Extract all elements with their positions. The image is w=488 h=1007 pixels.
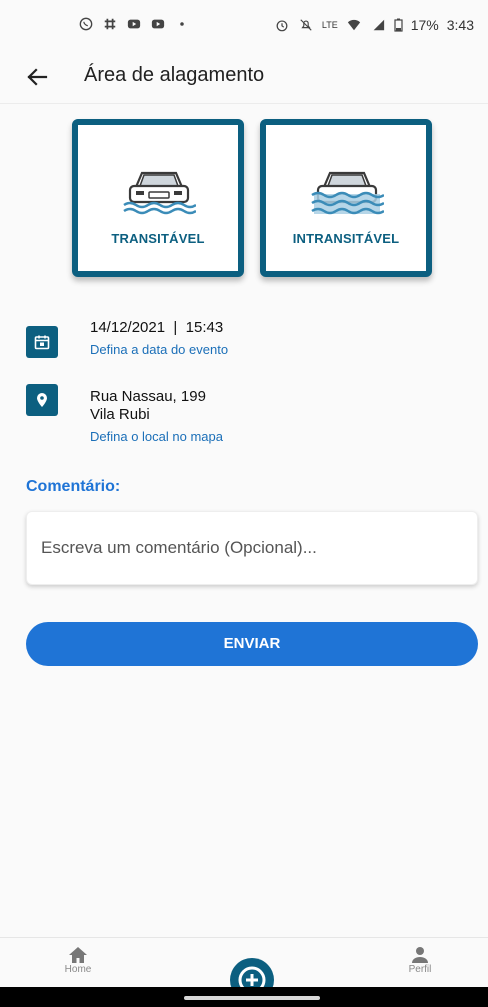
signal-icon [373,19,384,31]
send-button[interactable]: ENVIAR [26,622,478,666]
event-datetime[interactable]: 14/12/2021 | 15:43 [90,319,223,337]
lte-indicator: LTE [321,20,338,30]
home-icon [69,947,87,963]
datetime-separator: | [173,319,178,336]
car-flooded-icon [311,171,384,215]
slack-icon [104,18,116,30]
whatsapp-icon [79,17,93,31]
car-water-icon [123,171,196,215]
calendar-icon [34,335,50,350]
event-time: 15:43 [185,319,224,336]
dot-icon [180,22,184,26]
mute-icon [300,19,312,31]
set-date-link[interactable]: Defina a data do evento [90,342,228,357]
date-picker-button[interactable] [26,326,58,358]
event-date: 14/12/2021 [90,319,166,336]
system-nav-bar [0,987,488,1007]
comment-input[interactable] [41,538,461,558]
battery-icon [394,18,403,32]
transitable-option[interactable]: TRANSITÁVEL [72,119,244,277]
back-arrow-icon[interactable] [22,62,52,92]
nav-profile-label: Perfil [408,964,432,975]
location-district[interactable]: Vila Rubi [90,406,150,424]
intransitable-option[interactable]: INTRANSITÁVEL [260,119,432,277]
intransitable-label: INTRANSITÁVEL [292,231,400,246]
nav-home-label: Home [64,964,92,975]
location-picker-button[interactable] [26,384,58,416]
alarm-icon [276,20,288,32]
location-street[interactable]: Rua Nassau, 199 [90,388,206,406]
clock: 3:43 [446,17,474,33]
app-bar: Área de alagamento [0,50,488,104]
map-pin-icon [37,393,47,407]
person-icon [412,947,428,963]
comment-label: Comentário: [26,478,121,495]
set-location-link[interactable]: Defina o local no mapa [90,429,223,444]
comment-box[interactable] [26,511,478,585]
page-title: Área de alagamento [84,64,265,86]
transitable-label: TRANSITÁVEL [111,231,205,246]
youtube-icon [127,19,141,29]
system-status: LTE 17% 3:43 [274,17,474,33]
home-gesture-bar[interactable] [184,996,320,1000]
wifi-icon [347,19,360,31]
notification-icons [78,17,190,31]
nav-profile[interactable]: Perfil [390,944,450,975]
youtube-icon [151,19,165,29]
nav-home[interactable]: Home [48,944,108,975]
battery-level: 17% [410,17,439,33]
status-bar: LTE 17% 3:43 [0,0,488,50]
